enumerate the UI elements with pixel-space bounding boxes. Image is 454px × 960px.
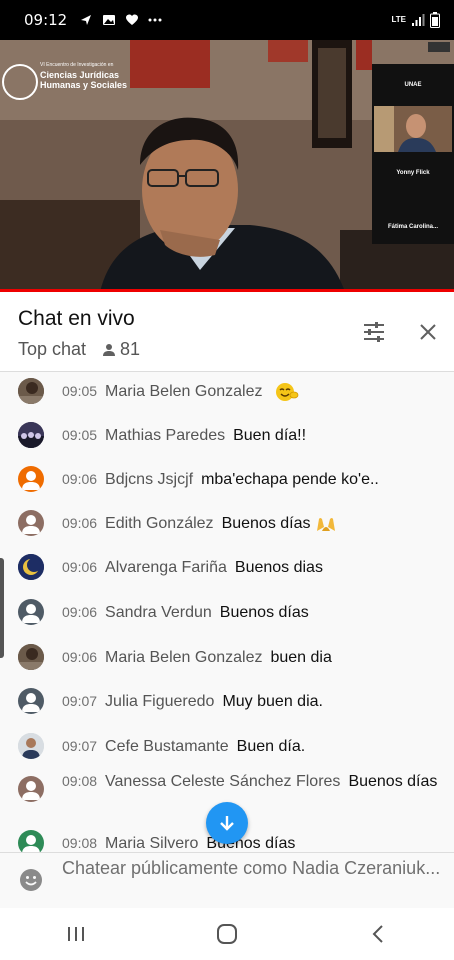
- message-author[interactable]: Maria Belen Gonzalez: [105, 649, 262, 666]
- message-author[interactable]: Vanessa Celeste Sánchez Flores: [105, 773, 340, 790]
- arrow-down-icon: [220, 816, 234, 831]
- home-icon: [216, 924, 237, 944]
- back-button[interactable]: [358, 914, 398, 954]
- close-chat-button[interactable]: [414, 318, 442, 346]
- avatar[interactable]: [18, 688, 44, 714]
- message-text: buen dia: [270, 649, 332, 666]
- signal-icon: [412, 14, 425, 26]
- chat-settings-button[interactable]: [360, 318, 388, 346]
- person-icon: [103, 343, 116, 356]
- avatar[interactable]: [18, 830, 44, 852]
- message-time: 09:05: [62, 427, 98, 443]
- avatar[interactable]: [18, 510, 44, 536]
- avatar[interactable]: [18, 644, 44, 670]
- edge-panel-handle[interactable]: [0, 558, 4, 658]
- chat-mode-label: Top chat: [18, 339, 87, 359]
- avatar[interactable]: [18, 599, 44, 625]
- message-text: mba'echapa pende ko'e..: [201, 471, 379, 488]
- back-chevron-icon: [372, 925, 384, 943]
- gallery-icon: [103, 15, 116, 25]
- message-author[interactable]: Edith González: [105, 515, 214, 532]
- avatar[interactable]: [18, 466, 44, 492]
- default-avatar-icon: [22, 515, 40, 534]
- thumb-label-3: Fátima Carolina...: [387, 224, 438, 230]
- default-avatar-icon: [22, 471, 40, 490]
- smile-emoji-icon: [275, 382, 299, 401]
- message-time: 09:06: [62, 649, 98, 665]
- system-navigation-bar: [0, 908, 454, 960]
- chat-header: Chat en vivo Top chat 81: [0, 292, 454, 372]
- message-time: 09:06: [62, 604, 98, 620]
- participant-video: [374, 106, 452, 152]
- message-author[interactable]: Julia Figueredo: [105, 693, 214, 710]
- thumb-label-2: Yonny Flick: [396, 170, 430, 176]
- message-text: Muy buen dia.: [222, 693, 323, 710]
- avatar[interactable]: [18, 378, 44, 404]
- avatar[interactable]: [18, 776, 44, 802]
- default-avatar-icon: [22, 604, 40, 623]
- participant-thumbnails: UNAE Yonny Flick Fátima Carolina...: [372, 64, 454, 244]
- viewer-count: 81: [102, 339, 140, 360]
- message-time: 09:06: [62, 559, 98, 575]
- message-text: Buen día.: [236, 738, 306, 755]
- chat-input-bar: Chatear públicamente como Nadia Czeraniu…: [0, 852, 454, 908]
- close-icon: [420, 324, 436, 340]
- default-avatar-icon: [22, 835, 40, 852]
- message-time: 09:07: [62, 738, 98, 754]
- message-time: 09:08: [62, 773, 98, 789]
- avatar[interactable]: [18, 422, 44, 448]
- message-author[interactable]: Maria Belen Gonzalez: [105, 383, 262, 400]
- message-author[interactable]: Maria Silvero: [105, 835, 198, 852]
- scroll-to-bottom-button[interactable]: [206, 802, 248, 844]
- message-time: 09:07: [62, 693, 98, 709]
- chat-mode-selector[interactable]: Top chat 81: [18, 339, 140, 360]
- message-author[interactable]: Sandra Verdun: [105, 604, 212, 621]
- conference-logo-main-text: Ciencias Jurídicas Humanas y Sociales: [40, 70, 128, 90]
- video-watermark: [428, 42, 450, 52]
- location-icon: [81, 15, 92, 25]
- status-bar: 09:12 LTE: [0, 0, 454, 40]
- avatar[interactable]: [18, 554, 44, 580]
- message-text: Buenos dias: [234, 559, 323, 576]
- sliders-icon: [364, 322, 384, 342]
- message-text: Buenos días: [219, 604, 309, 621]
- network-type: LTE: [391, 15, 406, 24]
- chat-message-list[interactable]: 09:05 Maria Belen Gonzalez 09:05 Mathias P…: [0, 372, 454, 852]
- conference-logo-small-text: VI Encuentro de Investigación en: [40, 62, 114, 68]
- conference-logo-emblem: [2, 64, 38, 100]
- message-time: 09:06: [62, 471, 98, 487]
- default-avatar-icon: [22, 781, 40, 800]
- message-text: Buen día!!: [233, 427, 307, 444]
- thumb-label-1: UNAE: [404, 82, 422, 88]
- more-dots-icon: [148, 18, 162, 22]
- video-player[interactable]: VI Encuentro de Investigación en Ciencia…: [0, 40, 454, 292]
- message-time: 09:05: [62, 383, 98, 399]
- viewer-count-value: 81: [120, 339, 141, 359]
- home-button[interactable]: [207, 914, 247, 954]
- message-time: 09:08: [62, 835, 98, 851]
- raised-hands-emoji-icon: [316, 517, 335, 531]
- recent-apps-button[interactable]: [56, 914, 96, 954]
- smiley-icon: [20, 869, 42, 891]
- message-author[interactable]: Bdjcns Jsjcjf: [105, 471, 193, 488]
- message-author[interactable]: Cefe Bustamante: [105, 738, 229, 755]
- chat-input[interactable]: Chatear públicamente como Nadia Czeraniu…: [62, 857, 442, 880]
- message-author[interactable]: Alvarenga Fariña: [105, 559, 227, 576]
- message-time: 09:06: [62, 515, 98, 531]
- message-author[interactable]: Mathias Paredes: [105, 427, 225, 444]
- status-time: 09:12: [24, 11, 68, 29]
- recent-apps-icon: [67, 927, 84, 941]
- message-text: Buenos días: [348, 773, 438, 790]
- battery-icon: [430, 12, 440, 28]
- emoji-button[interactable]: [19, 868, 43, 892]
- message-text: Buenos días: [221, 515, 311, 532]
- chat-title: Chat en vivo: [18, 307, 135, 330]
- heart-icon: [126, 14, 139, 25]
- default-avatar-icon: [22, 693, 40, 712]
- avatar[interactable]: [18, 733, 44, 759]
